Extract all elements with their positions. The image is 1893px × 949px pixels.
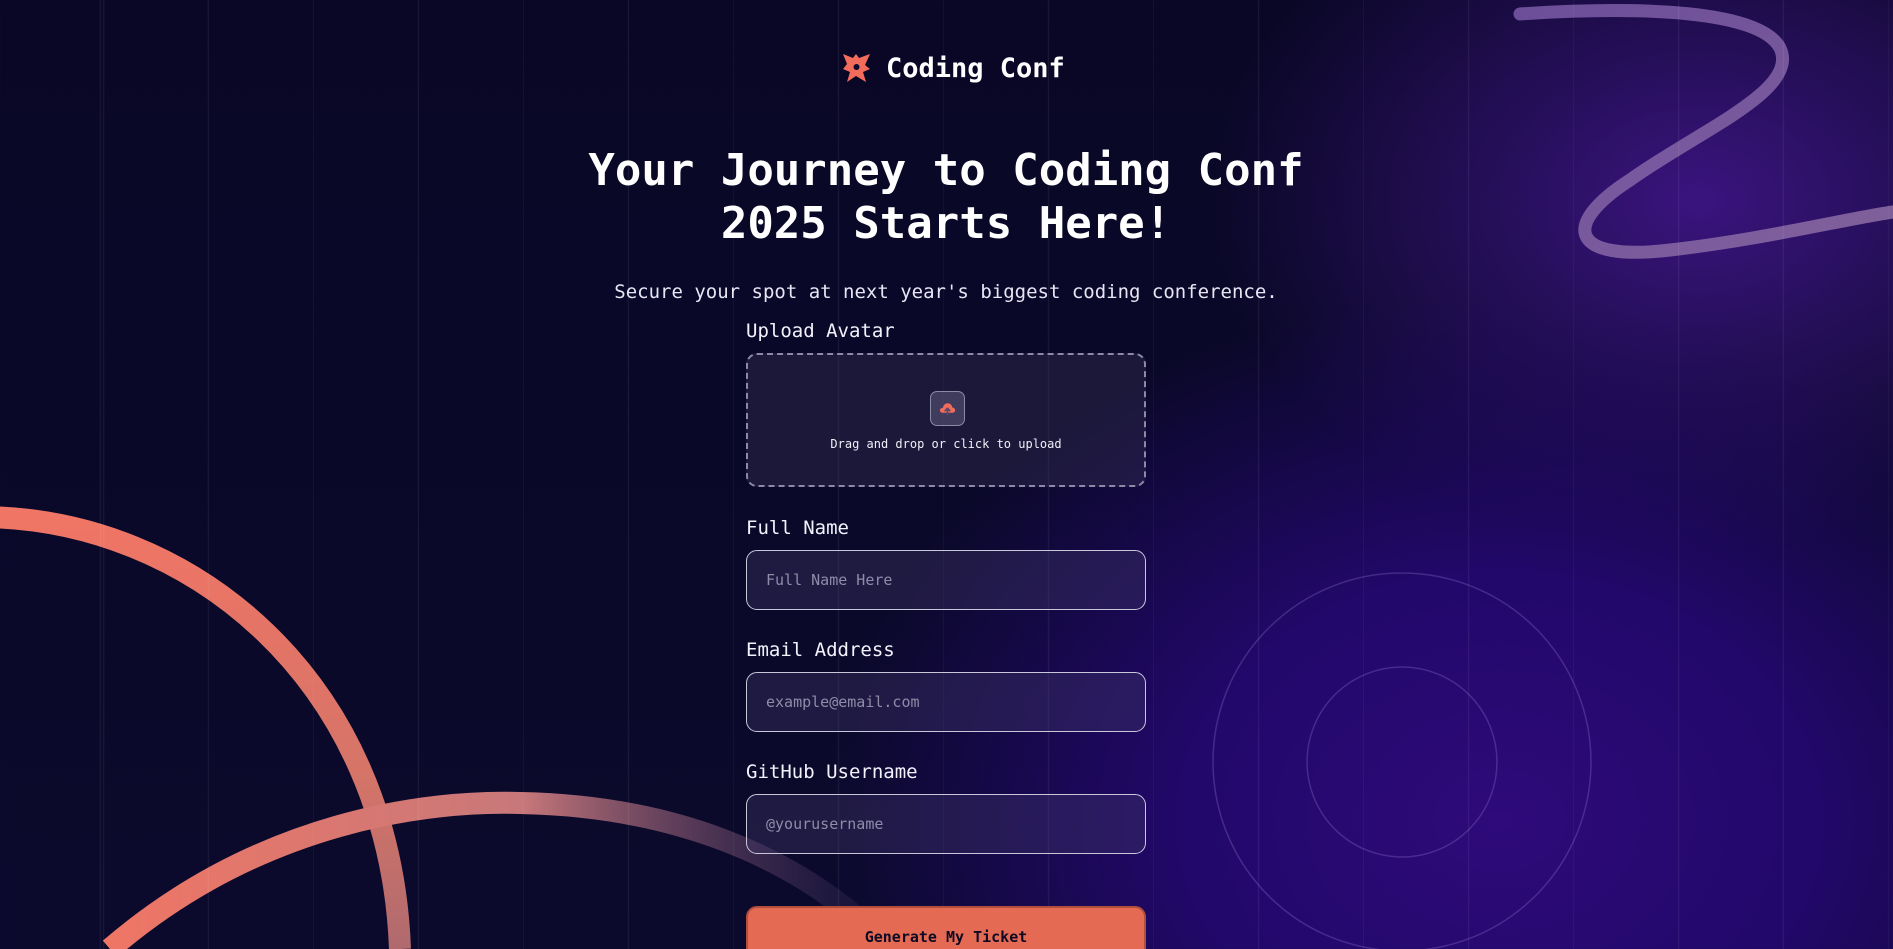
brand-name: Coding Conf	[886, 52, 1065, 84]
upload-avatar-label: Upload Avatar	[746, 320, 895, 342]
page-title: Your Journey to Coding Conf 2025 Starts …	[546, 144, 1346, 250]
email-field-group: Email Address	[746, 639, 1146, 732]
upload-cloud-icon	[939, 403, 956, 416]
generate-ticket-button[interactable]: Generate My Ticket	[746, 906, 1146, 949]
full-name-label: Full Name	[746, 517, 849, 539]
github-username-label: GitHub Username	[746, 761, 918, 783]
upload-icon-box	[930, 391, 965, 426]
page-title-line-2: 2025 Starts Here!	[720, 198, 1172, 249]
full-name-field-group: Full Name	[746, 517, 1146, 610]
page-subtitle: Secure your spot at next year's biggest …	[614, 281, 1278, 303]
inner-circle-decoration	[1306, 666, 1498, 858]
coding-conf-logo-icon	[843, 54, 870, 82]
upload-hint-text: Drag and drop or click to upload	[830, 437, 1062, 451]
github-username-field-group: GitHub Username	[746, 761, 1146, 854]
email-input[interactable]	[746, 672, 1146, 732]
ticket-form: Upload Avatar Drag and drop or click to …	[746, 320, 1146, 854]
full-name-input[interactable]	[746, 550, 1146, 610]
github-username-input[interactable]	[746, 794, 1146, 854]
email-label: Email Address	[746, 639, 895, 661]
large-arc-decoration	[0, 506, 411, 949]
page-title-line-1: Your Journey to Coding Conf	[588, 145, 1304, 196]
avatar-upload-dropzone[interactable]: Drag and drop or click to upload	[746, 353, 1146, 487]
brand-logo[interactable]: Coding Conf	[841, 52, 1065, 84]
outer-circle-decoration	[1212, 572, 1592, 949]
squiggle-decoration	[1513, 4, 1893, 259]
